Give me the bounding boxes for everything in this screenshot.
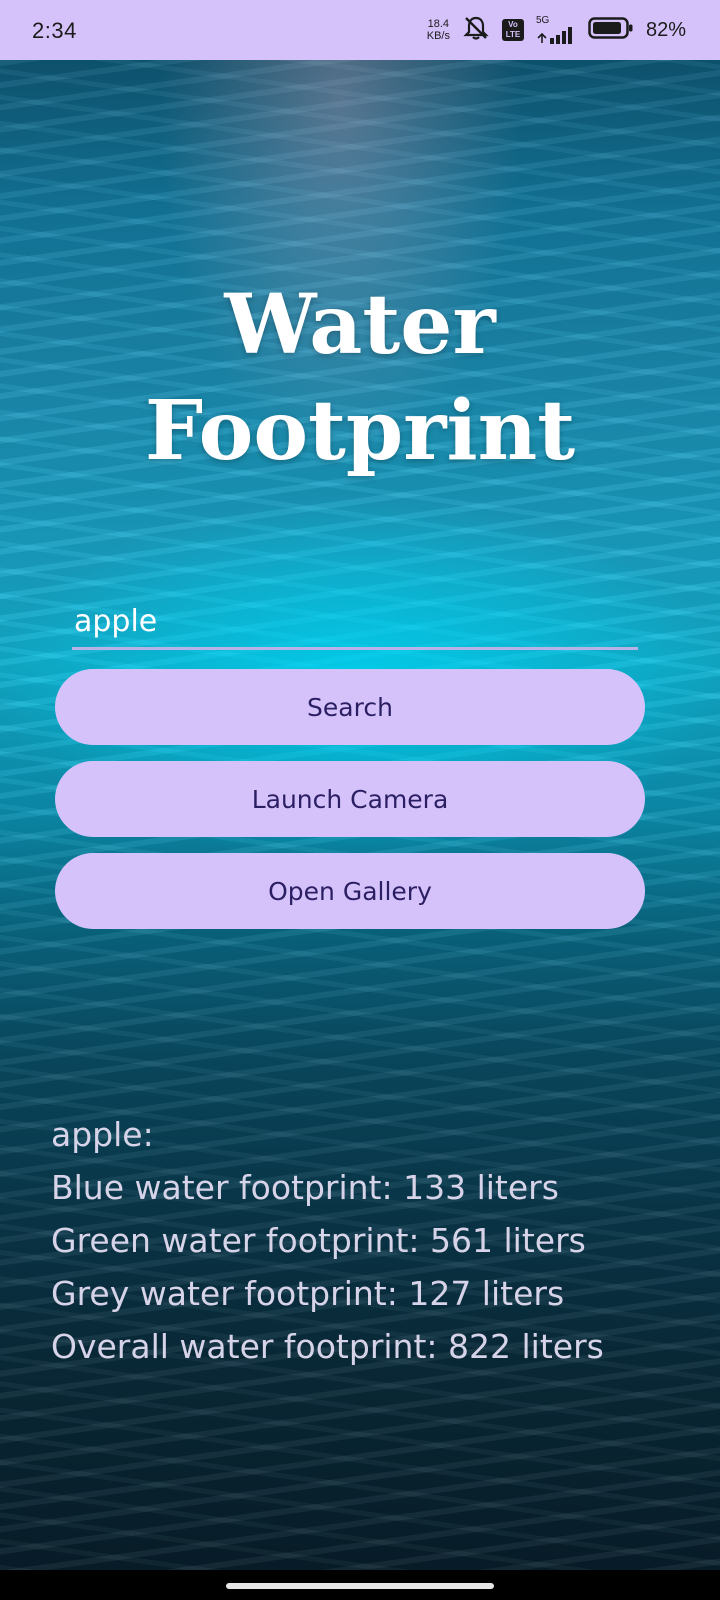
result-grey-water: Grey water footprint: 127 liters	[51, 1274, 565, 1313]
search-field	[72, 596, 638, 650]
mute-bell-icon	[462, 14, 490, 47]
search-input[interactable]	[72, 596, 638, 647]
result-blue-water: Blue water footprint: 133 liters	[51, 1168, 559, 1207]
network-speed: 18.4 KB/s	[427, 18, 450, 42]
app-title-line-2: Footprint	[144, 383, 576, 479]
app-title-line-1: Water	[224, 277, 496, 373]
app-title: Water Footprint	[0, 272, 720, 484]
network-speed-value: 18.4	[427, 18, 450, 30]
volte-icon: Vo LTE	[501, 19, 524, 41]
network-speed-unit: KB/s	[426, 30, 450, 42]
signal-icon: 5G	[536, 16, 576, 44]
result-item-name: apple:	[51, 1115, 154, 1154]
open-gallery-button[interactable]: Open Gallery	[55, 853, 645, 929]
footprint-results: apple: Blue water footprint: 133 liters …	[51, 1108, 711, 1373]
status-bar: 2:34 18.4 KB/s Vo LTE 5G 82%	[0, 0, 720, 60]
battery-icon	[588, 16, 634, 45]
home-gesture-handle[interactable]	[226, 1583, 494, 1589]
launch-camera-button[interactable]: Launch Camera	[55, 761, 645, 837]
result-green-water: Green water footprint: 561 liters	[51, 1221, 586, 1260]
status-icons: 18.4 KB/s Vo LTE 5G 82%	[427, 14, 686, 46]
network-type: 5G	[535, 15, 550, 26]
status-time: 2:34	[32, 18, 77, 43]
volte-label-bottom: LTE	[505, 30, 521, 39]
search-button[interactable]: Search	[55, 669, 645, 745]
battery-percent: 82%	[645, 18, 686, 41]
volte-label-top: Vo	[508, 20, 518, 29]
result-overall-water: Overall water footprint: 822 liters	[51, 1327, 604, 1366]
